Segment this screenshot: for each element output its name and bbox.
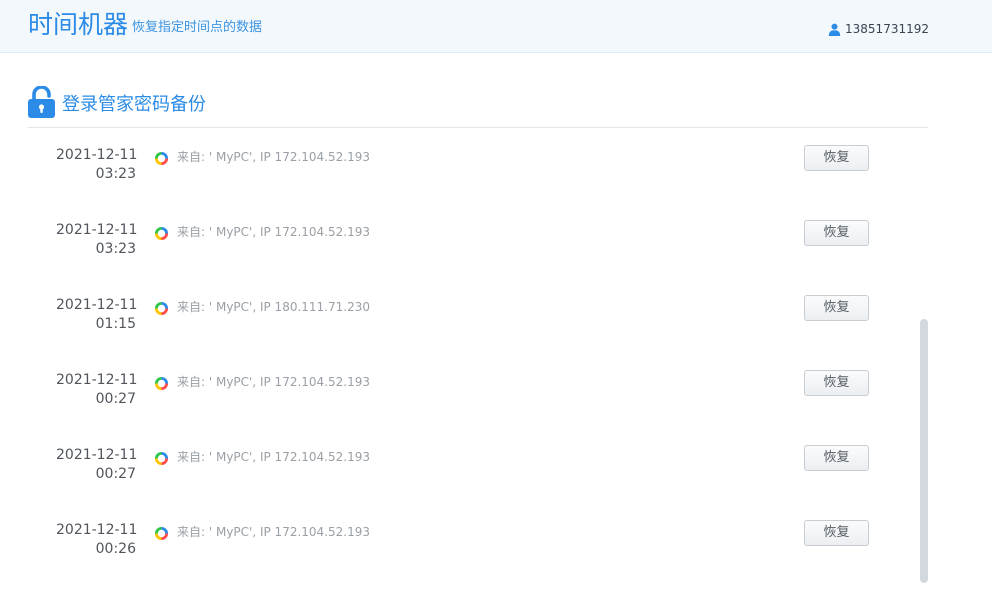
backup-date: 2021-12-11: [56, 522, 138, 538]
scrollbar[interactable]: [920, 319, 928, 583]
app-logo-icon: [154, 451, 169, 466]
restore-button[interactable]: 恢复: [804, 145, 869, 171]
app-title: 时间机器: [28, 10, 129, 39]
backup-source: 来自: ' MyPC', IP 172.104.52.193: [177, 150, 370, 164]
backup-row: 2021-12-11 00:27 来自: ' MyPC', IP 172.104…: [0, 365, 920, 440]
backup-row: 2021-12-11 03:23 来自: ' MyPC', IP 172.104…: [0, 140, 920, 215]
user-icon: [828, 23, 841, 36]
app-logo-icon: [154, 151, 169, 166]
backup-row: 2021-12-11 00:27 来自: ' MyPC', IP 172.104…: [0, 440, 920, 515]
backup-time: 00:27: [95, 391, 136, 407]
backup-datetime: 2021-12-11 00:27: [56, 446, 138, 484]
backup-source: 来自: ' MyPC', IP 172.104.52.193: [177, 450, 370, 464]
backup-row: 2021-12-11 00:26 来自: ' MyPC', IP 172.104…: [0, 515, 920, 590]
app-subtitle: 恢复指定时间点的数据: [132, 20, 263, 35]
backup-date: 2021-12-11: [56, 447, 138, 463]
section-title: 登录管家密码备份: [62, 94, 206, 115]
backup-time: 03:23: [95, 166, 136, 182]
backup-datetime: 2021-12-11 03:23: [56, 146, 138, 184]
backup-date: 2021-12-11: [56, 222, 138, 238]
section-header: 登录管家密码备份: [28, 85, 928, 128]
backup-source: 来自: ' MyPC', IP 172.104.52.193: [177, 525, 370, 539]
backup-row: 2021-12-11 01:15 来自: ' MyPC', IP 180.111…: [0, 290, 920, 365]
app-logo-icon: [154, 226, 169, 241]
app-logo-icon: [154, 301, 169, 316]
backup-datetime: 2021-12-11 00:26: [56, 521, 138, 559]
restore-button[interactable]: 恢复: [804, 220, 869, 246]
backup-time: 00:27: [95, 466, 136, 482]
backup-date: 2021-12-11: [56, 147, 138, 163]
restore-button[interactable]: 恢复: [804, 520, 869, 546]
app-logo-icon: [154, 376, 169, 391]
backup-list: 2021-12-11 03:23 来自: ' MyPC', IP 172.104…: [0, 140, 920, 590]
header: 时间机器 恢复指定时间点的数据 13851731192: [0, 0, 992, 53]
restore-button[interactable]: 恢复: [804, 295, 869, 321]
app-logo-icon: [154, 526, 169, 541]
restore-button[interactable]: 恢复: [804, 370, 869, 396]
backup-datetime: 2021-12-11 01:15: [56, 296, 138, 334]
backup-time: 01:15: [95, 316, 136, 332]
backup-time: 00:26: [95, 541, 136, 557]
open-lock-icon: [28, 86, 55, 118]
backup-row: 2021-12-11 03:23 来自: ' MyPC', IP 172.104…: [0, 215, 920, 290]
restore-button[interactable]: 恢复: [804, 445, 869, 471]
backup-source: 来自: ' MyPC', IP 172.104.52.193: [177, 375, 370, 389]
backup-date: 2021-12-11: [56, 297, 138, 313]
user-phone: 13851731192: [845, 22, 929, 36]
backup-source: 来自: ' MyPC', IP 180.111.71.230: [177, 300, 370, 314]
backup-time: 03:23: [95, 241, 136, 257]
backup-datetime: 2021-12-11 00:27: [56, 371, 138, 409]
backup-source: 来自: ' MyPC', IP 172.104.52.193: [177, 225, 370, 239]
user-account[interactable]: 13851731192: [828, 20, 929, 38]
backup-datetime: 2021-12-11 03:23: [56, 221, 138, 259]
backup-date: 2021-12-11: [56, 372, 138, 388]
